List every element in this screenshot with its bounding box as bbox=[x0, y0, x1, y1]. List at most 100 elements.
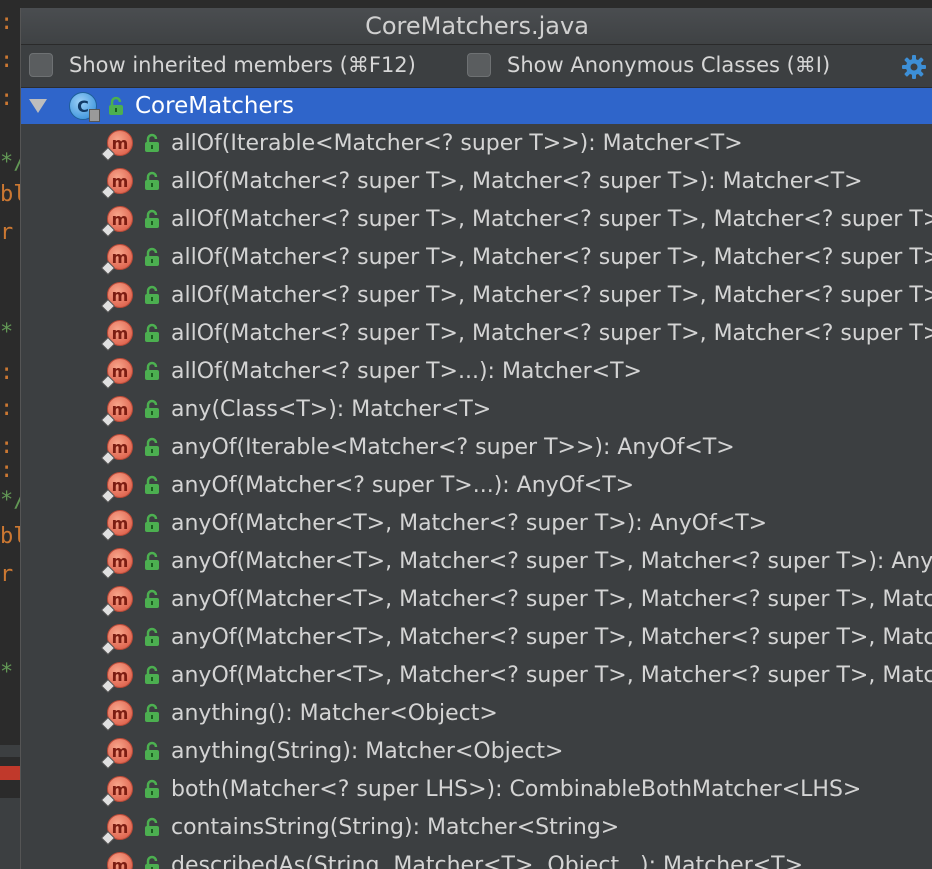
tree-member-row[interactable]: m allOf(Matcher<? super T>...): Matcher<T… bbox=[21, 352, 932, 390]
method-signature: anything(String): Matcher<Object> bbox=[171, 738, 564, 764]
gutter-glyph: : bbox=[0, 86, 14, 111]
public-lock-icon bbox=[145, 703, 159, 722]
method-icon: m bbox=[100, 662, 133, 694]
gutter-glyph: * bbox=[0, 660, 14, 685]
method-signature: describedAs(String, Matcher<T>, Object..… bbox=[171, 852, 804, 869]
tree-member-row[interactable]: m containsString(String): Matcher<String> bbox=[21, 808, 932, 846]
method-signature: containsString(String): Matcher<String> bbox=[171, 814, 620, 840]
public-lock-icon bbox=[145, 285, 159, 304]
file-structure-popup: CoreMatchers.java Show inherited members… bbox=[20, 8, 932, 869]
tree-member-row[interactable]: m anything(): Matcher<Object> bbox=[21, 694, 932, 732]
public-lock-icon bbox=[145, 247, 159, 266]
structure-tree: C CoreMatchers m allOf(Iterable<Matcher<?… bbox=[21, 88, 932, 869]
show-anonymous-checkbox[interactable] bbox=[467, 53, 491, 77]
method-icon: m bbox=[100, 434, 133, 466]
method-signature: anyOf(Matcher<T>, Matcher<? super T>, Ma… bbox=[171, 586, 932, 612]
method-signature: allOf(Matcher<? super T>, Matcher<? supe… bbox=[171, 320, 932, 346]
public-lock-icon bbox=[145, 627, 159, 646]
gutter-glyph: : bbox=[0, 458, 14, 483]
gutter-glyph: : bbox=[0, 48, 14, 73]
method-icon: m bbox=[100, 130, 133, 162]
method-icon: m bbox=[100, 206, 133, 238]
tree-member-row[interactable]: m any(Class<T>): Matcher<T> bbox=[21, 390, 932, 428]
gear-icon[interactable] bbox=[901, 54, 927, 80]
public-lock-icon bbox=[145, 589, 159, 608]
public-lock-icon bbox=[145, 437, 159, 456]
method-signature: both(Matcher<? super LHS>): CombinableBo… bbox=[171, 776, 862, 802]
method-signature: anyOf(Matcher<? super T>...): AnyOf<T> bbox=[171, 472, 635, 498]
show-inherited-label: Show inherited members (⌘F12) bbox=[69, 53, 416, 77]
gutter-glyph: : bbox=[0, 396, 14, 421]
method-signature: anything(): Matcher<Object> bbox=[171, 700, 498, 726]
method-signature: allOf(Matcher<? super T>, Matcher<? supe… bbox=[171, 244, 932, 270]
public-lock-icon bbox=[145, 475, 159, 494]
gutter-glyph: : bbox=[0, 434, 14, 459]
editor-tool-window-edge bbox=[0, 798, 22, 869]
method-signature: anyOf(Matcher<T>, Matcher<? super T>, Ma… bbox=[171, 662, 932, 688]
method-icon: m bbox=[100, 776, 133, 808]
method-icon: m bbox=[100, 738, 133, 770]
public-lock-icon bbox=[145, 323, 159, 342]
tree-member-row[interactable]: m allOf(Matcher<? super T>, Matcher<? sup… bbox=[21, 314, 932, 352]
method-signature: allOf(Matcher<? super T>, Matcher<? supe… bbox=[171, 168, 863, 194]
error-stripe bbox=[0, 766, 22, 780]
gutter-glyph: r bbox=[0, 220, 14, 245]
editor-panel-edge bbox=[0, 745, 22, 757]
tree-member-row[interactable]: m allOf(Iterable<Matcher<? super T>>): Ma… bbox=[21, 124, 932, 162]
tree-member-row[interactable]: m anyOf(Matcher<T>, Matcher<? super T>): … bbox=[21, 504, 932, 542]
tree-member-row[interactable]: m anyOf(Matcher<T>, Matcher<? super T>, M… bbox=[21, 656, 932, 694]
method-signature: allOf(Matcher<? super T>, Matcher<? supe… bbox=[171, 282, 932, 308]
tree-member-row[interactable]: m allOf(Matcher<? super T>, Matcher<? sup… bbox=[21, 162, 932, 200]
gutter-glyph: r bbox=[0, 562, 14, 587]
show-inherited-checkbox[interactable] bbox=[29, 53, 53, 77]
public-lock-icon bbox=[145, 665, 159, 684]
public-lock-icon bbox=[145, 209, 159, 228]
tree-member-row[interactable]: m anyOf(Iterable<Matcher<? super T>>): An… bbox=[21, 428, 932, 466]
method-icon: m bbox=[100, 396, 133, 428]
method-signature: allOf(Matcher<? super T>, Matcher<? supe… bbox=[171, 206, 932, 232]
member-list: m allOf(Iterable<Matcher<? super T>>): Ma… bbox=[21, 124, 932, 869]
gutter-glyph: : bbox=[0, 360, 14, 385]
tree-member-row[interactable]: m anyOf(Matcher<T>, Matcher<? super T>, M… bbox=[21, 580, 932, 618]
public-lock-icon bbox=[145, 551, 159, 570]
method-signature: anyOf(Matcher<T>, Matcher<? super T>, Ma… bbox=[171, 548, 932, 574]
tree-member-row[interactable]: m allOf(Matcher<? super T>, Matcher<? sup… bbox=[21, 276, 932, 314]
method-icon: m bbox=[100, 472, 133, 504]
tree-member-row[interactable]: m both(Matcher<? super LHS>): CombinableB… bbox=[21, 770, 932, 808]
method-signature: anyOf(Matcher<T>, Matcher<? super T>, Ma… bbox=[171, 624, 932, 650]
show-anonymous-option[interactable]: Show Anonymous Classes (⌘I) bbox=[467, 53, 830, 77]
options-bar: Show inherited members (⌘F12) Show Anony… bbox=[21, 45, 932, 88]
method-icon: m bbox=[100, 852, 133, 869]
tree-member-row[interactable]: m allOf(Matcher<? super T>, Matcher<? sup… bbox=[21, 238, 932, 276]
tree-root-label: CoreMatchers bbox=[135, 93, 295, 119]
gutter-glyph: : bbox=[0, 10, 14, 35]
method-signature: anyOf(Iterable<Matcher<? super T>>): Any… bbox=[171, 434, 735, 460]
tree-member-row[interactable]: m allOf(Matcher<? super T>, Matcher<? sup… bbox=[21, 200, 932, 238]
method-signature: allOf(Matcher<? super T>...): Matcher<T> bbox=[171, 358, 642, 384]
tree-member-row[interactable]: m anything(String): Matcher<Object> bbox=[21, 732, 932, 770]
method-icon: m bbox=[100, 586, 133, 618]
public-lock-icon bbox=[145, 817, 159, 836]
method-icon: m bbox=[100, 624, 133, 656]
gutter-glyph: * bbox=[0, 320, 14, 345]
public-lock-icon bbox=[109, 96, 123, 115]
method-icon: m bbox=[100, 168, 133, 200]
method-icon: m bbox=[100, 320, 133, 352]
method-icon: m bbox=[100, 700, 133, 732]
tree-member-row[interactable]: m anyOf(Matcher<T>, Matcher<? super T>, M… bbox=[21, 618, 932, 656]
show-inherited-option[interactable]: Show inherited members (⌘F12) bbox=[29, 53, 416, 77]
method-icon: m bbox=[100, 244, 133, 276]
public-lock-icon bbox=[145, 855, 159, 869]
method-icon: m bbox=[100, 282, 133, 314]
tree-member-row[interactable]: m anyOf(Matcher<? super T>...): AnyOf<T> bbox=[21, 466, 932, 504]
public-lock-icon bbox=[145, 741, 159, 760]
tree-root-row[interactable]: C CoreMatchers bbox=[21, 88, 932, 124]
tree-member-row[interactable]: m anyOf(Matcher<T>, Matcher<? super T>, M… bbox=[21, 542, 932, 580]
tree-member-row[interactable]: m describedAs(String, Matcher<T>, Object.… bbox=[21, 846, 932, 869]
popup-title-bar[interactable]: CoreMatchers.java bbox=[21, 8, 932, 45]
method-icon: m bbox=[100, 548, 133, 580]
method-signature: allOf(Iterable<Matcher<? super T>>): Mat… bbox=[171, 130, 743, 156]
expand-triangle-icon[interactable] bbox=[29, 99, 47, 113]
show-anonymous-label: Show Anonymous Classes (⌘I) bbox=[507, 53, 831, 77]
public-lock-icon bbox=[145, 399, 159, 418]
